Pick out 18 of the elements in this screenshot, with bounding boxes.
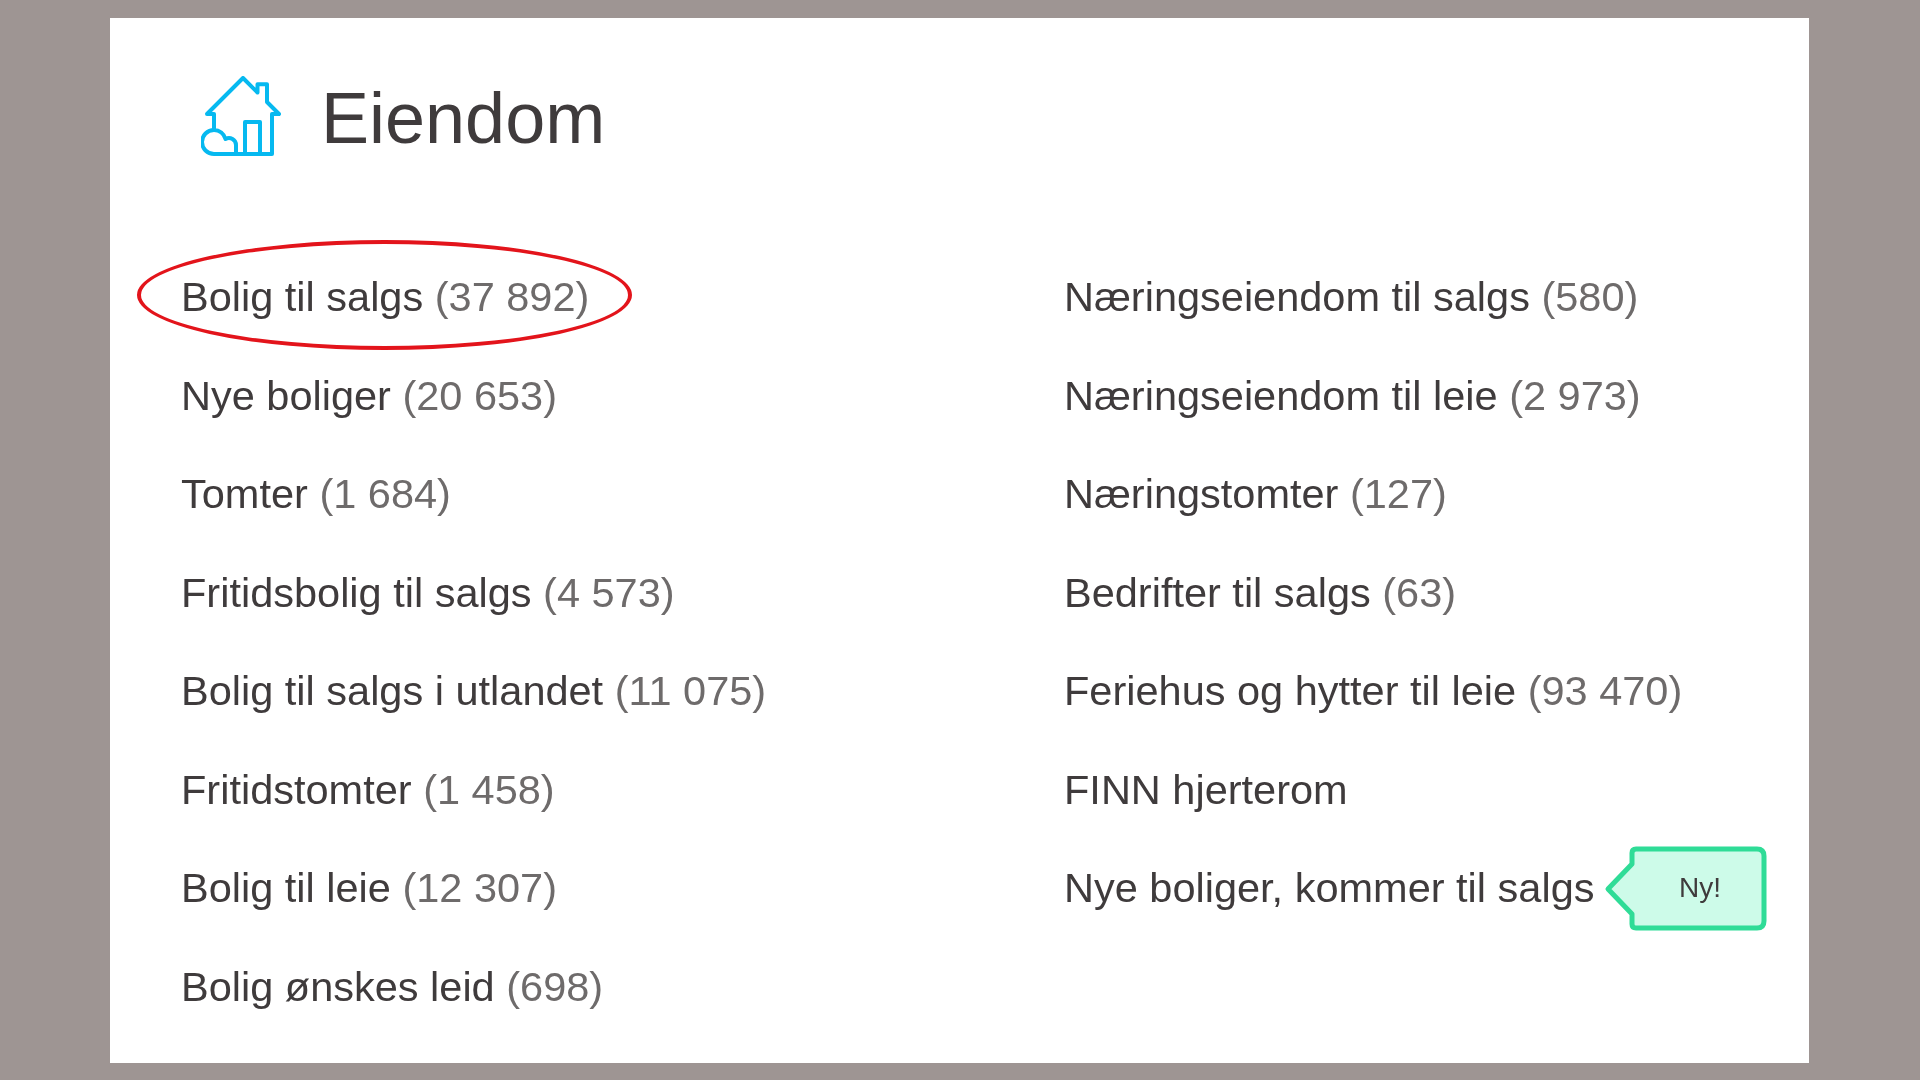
category-link[interactable]: Bolig til leie (12 307) (181, 863, 558, 913)
category-link[interactable]: Nye boliger, kommer til salgs (1064, 863, 1595, 913)
category-link[interactable]: Bolig ønskes leid (698) (181, 961, 604, 1012)
category-link[interactable]: Nye boliger (20 653) (181, 370, 558, 421)
page-title: Eiendom (321, 78, 606, 154)
category-link[interactable]: Næringseiendom til leie (2 973) (1064, 370, 1641, 421)
category-link[interactable]: Bedrifter til salgs (63) (1064, 567, 1457, 618)
new-badge: Ny! (1604, 845, 1768, 931)
category-link[interactable]: Bolig til salgs i utlandet (11 075) (181, 666, 767, 716)
category-link[interactable]: Næringseiendom til salgs (580) (1064, 272, 1639, 322)
house-icon (201, 76, 281, 156)
category-link[interactable]: Tomter (1 684) (181, 469, 451, 519)
category-link[interactable]: Næringstomter (127) (1064, 469, 1447, 519)
category-link[interactable]: Bolig til salgs (37 892) (181, 272, 590, 322)
category-link[interactable]: Fritidsbolig til salgs (4 573) (181, 567, 675, 618)
category-link[interactable]: FINN hjerterom (1064, 764, 1348, 815)
category-link[interactable]: Fritidstomter (1 458) (181, 764, 555, 815)
category-link[interactable]: Feriehus og hytter til leie (93 470) (1064, 666, 1683, 716)
